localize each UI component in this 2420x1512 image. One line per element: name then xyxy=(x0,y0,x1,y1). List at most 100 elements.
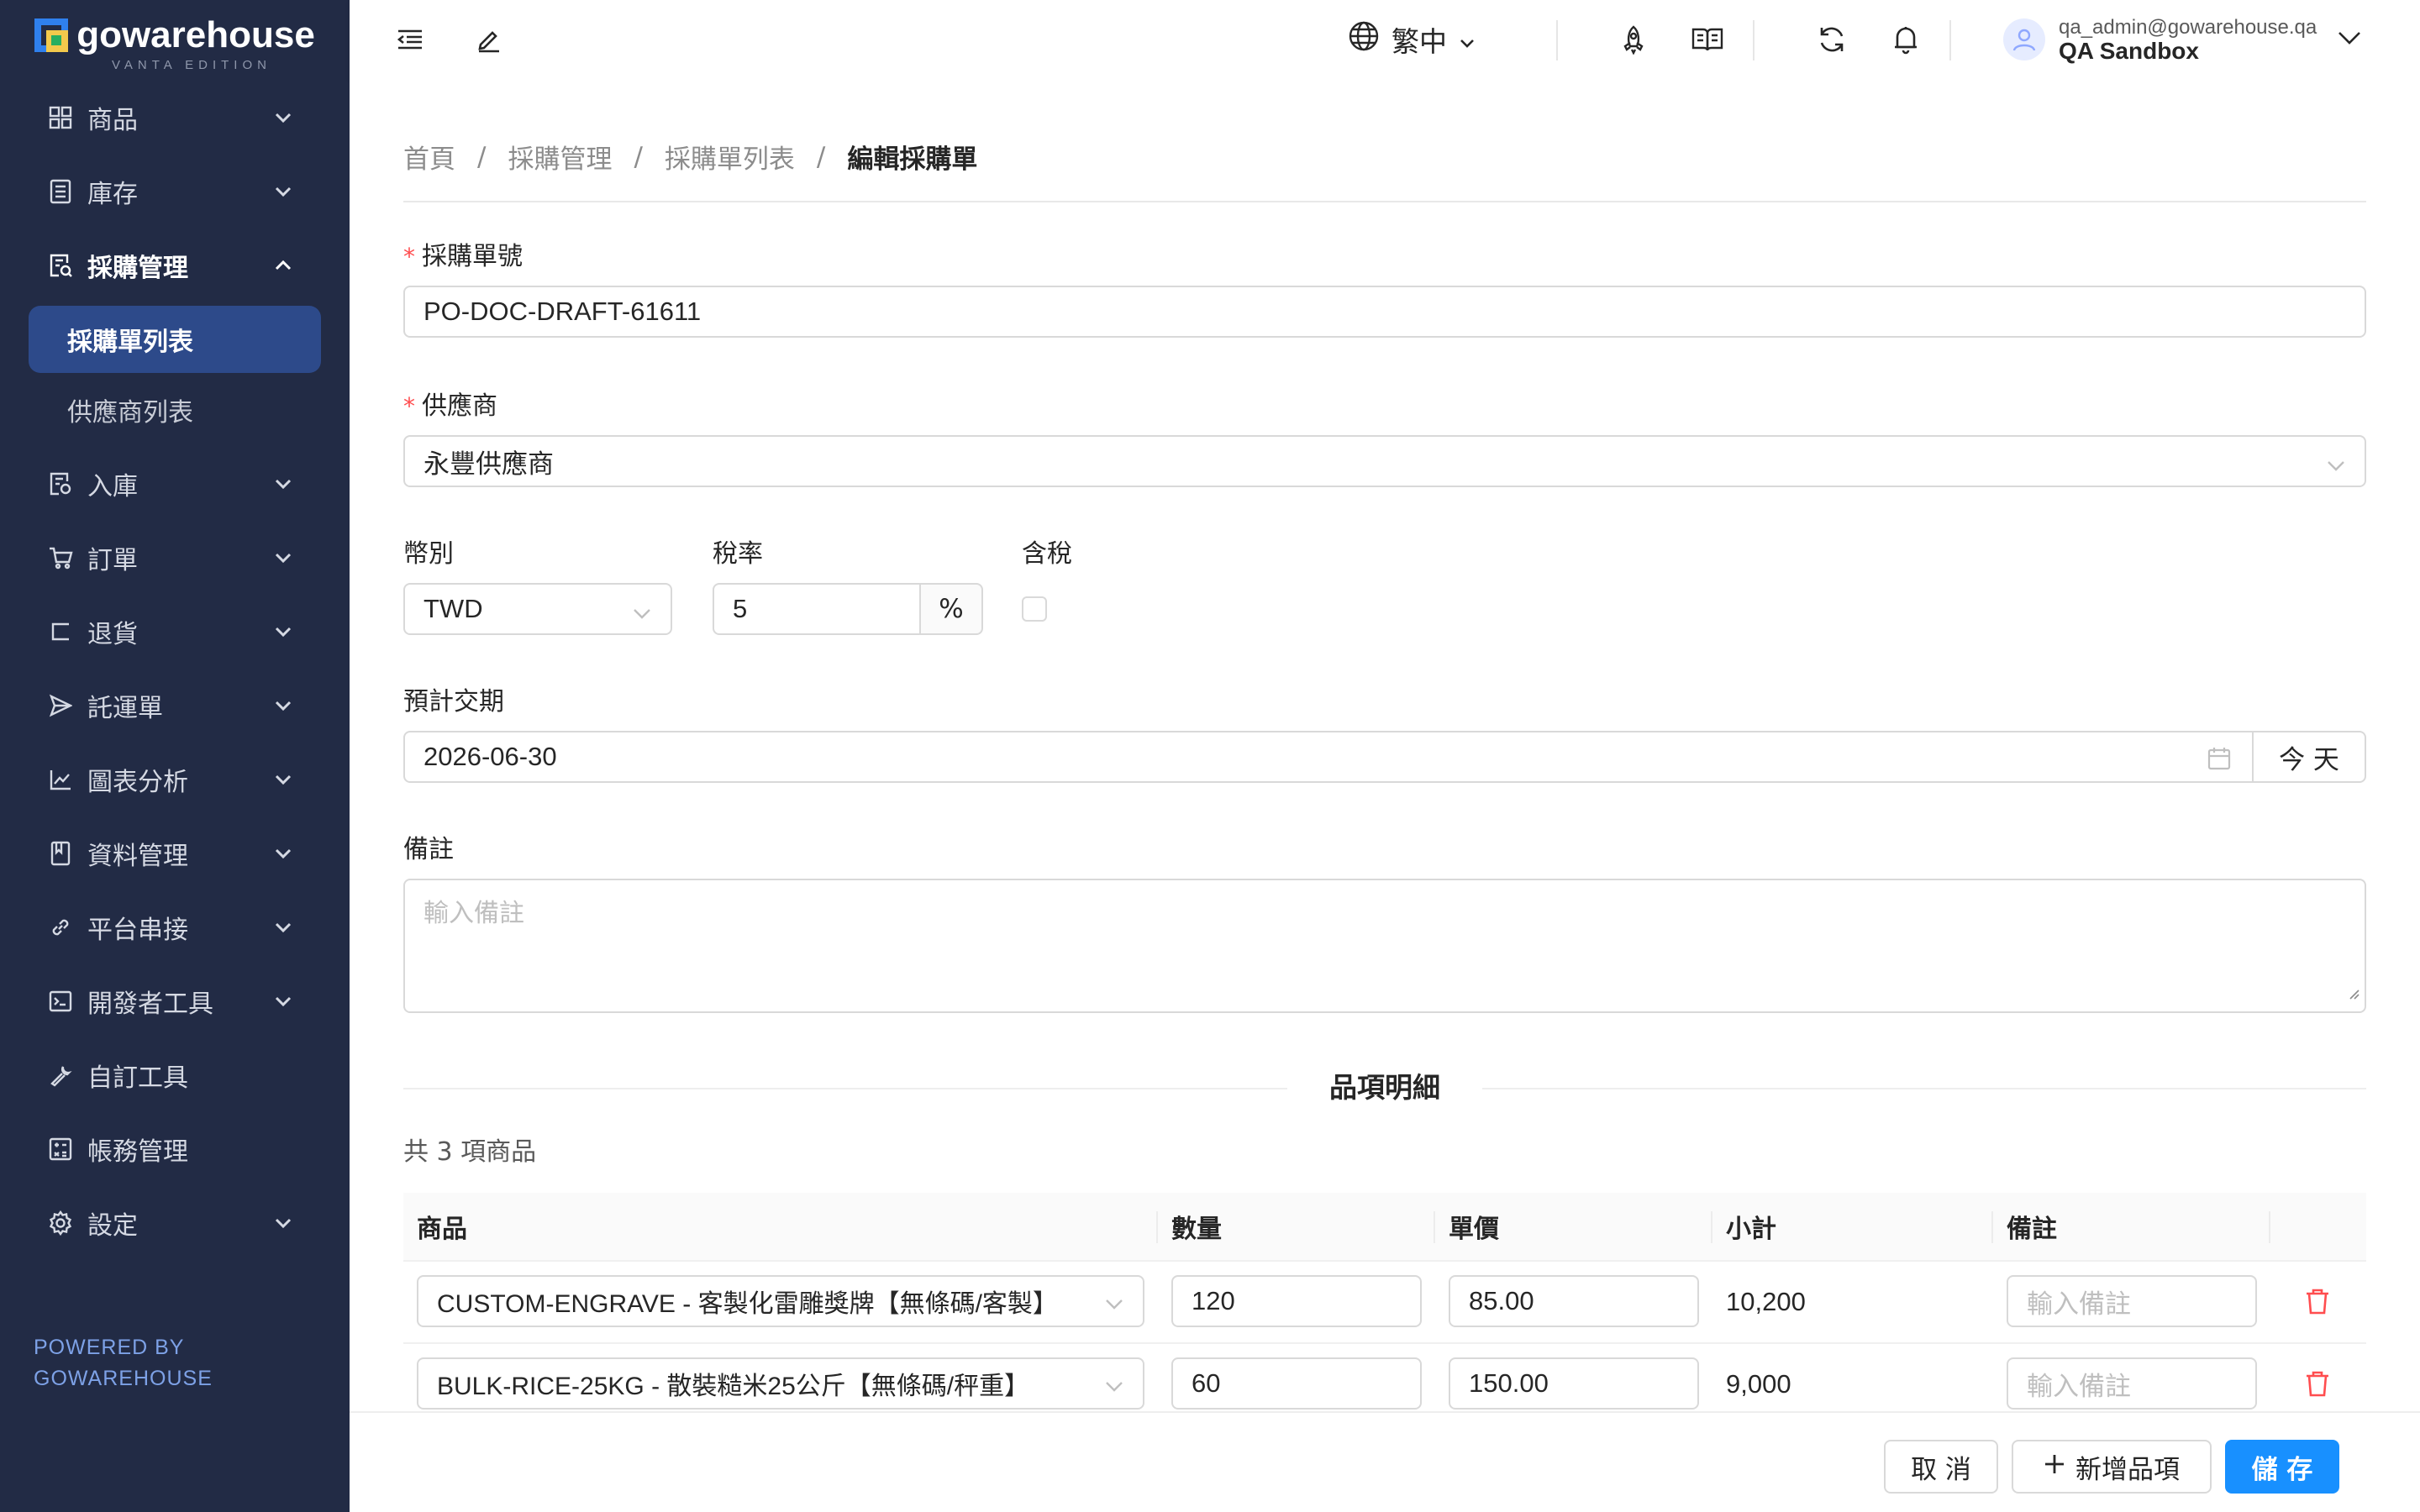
column-header-quantity: 數量 xyxy=(1171,1215,1222,1244)
chevron-down-icon xyxy=(274,1214,292,1232)
column-header-subtotal: 小計 xyxy=(1726,1215,1776,1244)
user-organization: QA Sandbox xyxy=(2059,38,2199,64)
user-menu[interactable]: qa_admin@gowarehouse.qa QA Sandbox xyxy=(2003,13,2362,66)
chevron-down-icon xyxy=(274,844,292,863)
chevron-down-icon xyxy=(2337,30,2362,49)
edit-icon[interactable] xyxy=(472,23,506,56)
sidebar: gowarehouse VANTA EDITION 商品 庫存 採購管理 採購單… xyxy=(0,0,350,1512)
sidebar-item-orders[interactable]: 訂單 xyxy=(0,521,350,595)
currency-select[interactable]: TWD xyxy=(403,583,672,635)
sidebar-item-label: 庫存 xyxy=(87,180,138,209)
rocket-icon[interactable] xyxy=(1617,23,1650,56)
bell-icon[interactable] xyxy=(1889,23,1923,56)
cancel-button[interactable]: 取 消 xyxy=(1884,1440,1998,1494)
sidebar-item-purchase[interactable]: 採購管理 xyxy=(0,228,350,302)
cart-icon xyxy=(47,544,74,571)
quantity-input[interactable]: 120 xyxy=(1171,1275,1422,1327)
unit-price-input[interactable]: 150.00 xyxy=(1449,1357,1699,1410)
sidebar-item-settings[interactable]: 設定 xyxy=(0,1186,350,1260)
chevron-down-icon xyxy=(274,108,292,127)
sidebar-subitem-po-list[interactable]: 採購單列表 xyxy=(29,306,321,373)
form-footer: 取 消 新增品項 儲 存 xyxy=(350,1411,2420,1512)
sidebar-item-integrations[interactable]: 平台串接 xyxy=(0,890,350,964)
row-note-input[interactable]: 輸入備註 xyxy=(2007,1275,2257,1327)
book-icon xyxy=(47,840,74,867)
gear-icon xyxy=(47,1210,74,1236)
send-icon xyxy=(47,692,74,719)
po-number-label: * 採購單號 xyxy=(403,242,523,271)
delete-icon[interactable] xyxy=(2304,1369,2334,1399)
chevron-down-icon xyxy=(632,600,652,620)
chevron-down-icon xyxy=(274,918,292,937)
sidebar-subitem-supplier-list[interactable]: 供應商列表 xyxy=(29,376,321,444)
subtotal-value: 10,200 xyxy=(1726,1287,1806,1316)
add-item-button[interactable]: 新增品項 xyxy=(2012,1440,2212,1494)
chevron-down-icon xyxy=(274,696,292,715)
language-label: 繁中 xyxy=(1392,25,1447,58)
header-divider xyxy=(1556,20,1558,60)
sidebar-item-inbound[interactable]: 入庫 xyxy=(0,447,350,521)
sidebar-item-products[interactable]: 商品 xyxy=(0,81,350,155)
chevron-down-icon xyxy=(274,182,292,201)
resize-handle-icon[interactable] xyxy=(2348,977,2360,1006)
quantity-input[interactable]: 60 xyxy=(1171,1357,1422,1410)
sidebar-item-analytics[interactable]: 圖表分析 xyxy=(0,743,350,816)
chevron-down-icon xyxy=(2326,452,2346,472)
column-header-unit-price: 單價 xyxy=(1449,1215,1499,1244)
unit-price-input[interactable]: 85.00 xyxy=(1449,1275,1699,1327)
avatar xyxy=(2003,18,2045,60)
sidebar-item-accounting[interactable]: 帳務管理 xyxy=(0,1112,350,1186)
breadcrumb: 首頁 / 採購管理 / 採購單列表 / 編輯採購單 xyxy=(403,138,977,176)
save-button[interactable]: 儲 存 xyxy=(2225,1440,2339,1494)
open-book-icon[interactable] xyxy=(1691,23,1724,56)
sidebar-item-custom-tools[interactable]: 自訂工具 xyxy=(0,1038,350,1112)
refresh-icon[interactable] xyxy=(1815,23,1849,56)
today-button[interactable]: 今 天 xyxy=(2252,731,2366,783)
chevron-down-icon xyxy=(274,475,292,493)
tax-rate-input[interactable]: 5 xyxy=(713,583,921,635)
chevron-down-icon xyxy=(1104,1374,1124,1394)
brand-logo[interactable]: gowarehouse VANTA EDITION xyxy=(0,0,350,81)
inbound-doc-icon xyxy=(47,470,74,497)
product-select[interactable]: CUSTOM-ENGRAVE - 客製化雷雕獎牌【無條碼/客製】 xyxy=(417,1275,1144,1327)
po-number-input[interactable]: PO-DOC-DRAFT-61611 xyxy=(403,286,2366,338)
purchase-doc-icon xyxy=(47,252,74,279)
sidebar-item-label: 開發者工具 xyxy=(87,990,213,1019)
items-count: 共 3 項商品 xyxy=(403,1137,537,1167)
product-select[interactable]: BULK-RICE-25KG - 散裝糙米25公斤【無條碼/秤重】 xyxy=(417,1357,1144,1410)
line-chart-icon xyxy=(47,766,74,793)
sidebar-item-label: 圖表分析 xyxy=(87,768,188,797)
row-note-input[interactable]: 輸入備註 xyxy=(2007,1357,2257,1410)
delete-icon[interactable] xyxy=(2304,1287,2334,1317)
breadcrumb-po-list[interactable]: 採購單列表 xyxy=(665,138,795,176)
required-mark: * xyxy=(403,243,415,270)
breadcrumb-purchase[interactable]: 採購管理 xyxy=(508,138,612,176)
grid-icon xyxy=(47,104,74,131)
terminal-icon xyxy=(47,988,74,1015)
sidebar-item-inventory[interactable]: 庫存 xyxy=(0,155,350,228)
sidebar-item-data-management[interactable]: 資料管理 xyxy=(0,816,350,890)
breadcrumb-home[interactable]: 首頁 xyxy=(403,138,455,176)
column-header-notes: 備註 xyxy=(2007,1215,2057,1244)
collapse-menu-icon[interactable] xyxy=(393,23,427,56)
notes-textarea[interactable]: 輸入備註 xyxy=(403,879,2366,1013)
delivery-date-input[interactable]: 2026-06-30 xyxy=(403,731,2254,783)
sidebar-item-label: 退貨 xyxy=(87,620,138,649)
sidebar-item-returns[interactable]: 退貨 xyxy=(0,595,350,669)
sidebar-item-label: 自訂工具 xyxy=(87,1063,188,1093)
chevron-down-icon xyxy=(274,549,292,567)
calculator-icon xyxy=(47,1136,74,1163)
items-table-header: 商品 數量 單價 小計 備註 xyxy=(403,1193,2366,1262)
supplier-select[interactable]: 永豐供應商 xyxy=(403,435,2366,487)
tax-included-checkbox[interactable] xyxy=(1022,596,1047,622)
delivery-date-label: 預計交期 xyxy=(403,687,504,717)
language-switcher[interactable]: 繁中 xyxy=(1348,18,1476,60)
sidebar-item-label: 平台串接 xyxy=(87,916,188,945)
sidebar-item-label: 帳務管理 xyxy=(87,1137,188,1167)
top-header: 繁中 qa_admin@gowarehouse.qa QA Sandbox xyxy=(350,0,2420,79)
sidebar-item-developer-tools[interactable]: 開發者工具 xyxy=(0,964,350,1038)
powered-by: POWERED BY GOWAREHOUSE xyxy=(34,1336,213,1390)
sidebar-item-shipping[interactable]: 託運單 xyxy=(0,669,350,743)
items-section-divider: 品項明細 xyxy=(403,1074,2366,1101)
brand-name: gowarehouse xyxy=(76,13,315,55)
